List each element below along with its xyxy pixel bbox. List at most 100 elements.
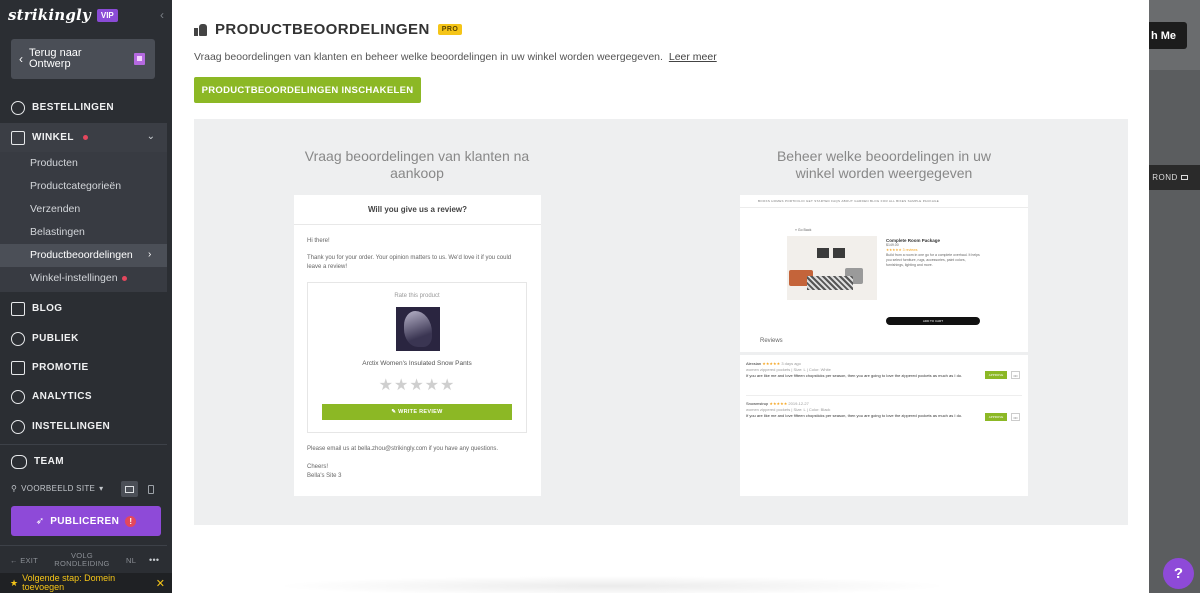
page-editor-icon <box>134 53 145 65</box>
image-icon <box>1180 175 1188 180</box>
publish-warning-icon: ! <box>125 515 137 527</box>
back-button-label: Terug naar Ontwerp <box>29 47 82 70</box>
rond-label: ROND <box>1152 173 1178 182</box>
submenu-label: Winkel-instellingen <box>30 272 118 284</box>
star-icon: ★ <box>10 577 19 588</box>
product-description: Build from a room in one go for a comple… <box>886 253 980 267</box>
nav-item-winkel[interactable]: WINKEL ⌄ <box>0 123 167 152</box>
vip-badge: VIP <box>96 8 118 22</box>
nav-item-analytics[interactable]: ANALYTICS <box>0 382 167 411</box>
shop-back-link: « Go Back <box>795 228 812 232</box>
review-text: If you are like me and love fifteen chop… <box>746 373 963 378</box>
notification-dot <box>122 276 128 281</box>
review-author: Alexsian <box>746 361 762 366</box>
language-switch[interactable]: NL <box>126 557 136 565</box>
caret-down-icon: ▾ <box>99 484 104 493</box>
shop-product-preview: BOOKS HOMES PORTFOLIO GET STARTED FAQS A… <box>740 195 1028 352</box>
product-image <box>396 307 440 351</box>
nav-label: PUBLIEK <box>32 333 79 344</box>
store-icon <box>11 130 25 145</box>
gauge-icon <box>11 389 25 404</box>
brand-name: strikingly <box>8 6 91 24</box>
close-icon[interactable]: ✕ <box>156 577 165 590</box>
exit-link[interactable]: ← EXIT <box>10 557 38 565</box>
dollar-icon <box>11 100 25 115</box>
write-review-button: ✎ WRITE REVIEW <box>322 404 512 420</box>
add-to-cart-button: ADD TO CART <box>886 317 980 325</box>
exit-label: EXIT <box>20 556 39 565</box>
wall-art <box>833 248 845 258</box>
next-step-banner[interactable]: ★ Volgende stap: Domein toevoegen ✕ <box>0 573 172 593</box>
review-author: Snowmstrup <box>746 401 769 406</box>
email-signoff: Cheers! <box>307 464 329 470</box>
preview-site-dropdown[interactable]: ⚲ VOORBEELD SITE ▾ <box>11 484 104 493</box>
help-button[interactable]: ? <box>1163 558 1194 589</box>
nav-label: TEAM <box>34 456 64 467</box>
submenu-item-productcategorieen[interactable]: Productcategorieën <box>30 180 121 192</box>
people-icon <box>11 331 25 346</box>
chevron-left-icon: ‹ <box>19 52 23 66</box>
nav-item-promotie[interactable]: PROMOTIE <box>0 353 167 382</box>
feature-preview-panel: Vraag beoordelingen van klanten na aanko… <box>194 119 1128 525</box>
next-step-label: Volgende stap: Domein toevoegen <box>22 573 116 592</box>
nav-item-blog[interactable]: BLOG <box>0 294 167 323</box>
chevron-right-icon: › <box>148 249 152 260</box>
review-more-icon: ••• <box>1011 413 1020 421</box>
left-column-heading: Vraag beoordelingen van klanten na aanko… <box>304 148 530 181</box>
preview-site-label: VOORBEELD SITE <box>21 484 96 493</box>
reviews-heading: Reviews <box>760 338 783 344</box>
chevron-down-icon: ⌄ <box>146 131 155 142</box>
page-title: PRODUCTBEOORDELINGEN <box>215 21 430 38</box>
scroll-shadow <box>272 576 952 593</box>
email-signature: Bella's Site 3 <box>307 473 342 479</box>
right-column-heading: Beheer welke beoordelingen in uw winkel … <box>776 148 992 181</box>
submenu-item-productbeoordelingen[interactable]: Productbeoordelingen <box>30 249 133 261</box>
mobile-preview-button[interactable] <box>142 481 159 497</box>
editor-rond-button[interactable]: ROND <box>1140 165 1200 190</box>
review-divider <box>746 395 1022 396</box>
rocket-icon: ➶ <box>35 515 45 527</box>
star-rating: ★★★★★ <box>378 377 456 394</box>
review-date: 3 days ago <box>781 361 801 366</box>
review-request-email-preview: Will you give us a review? Hi there! Tha… <box>294 195 541 496</box>
review-date: 2019-12-27 <box>788 401 809 406</box>
review-stars: ★★★★★ <box>769 401 788 406</box>
enable-reviews-button[interactable]: PRODUCTBEOORDELINGEN INSCHAKELEN <box>194 77 421 103</box>
nav-item-bestellingen[interactable]: BESTELLINGEN <box>0 93 167 122</box>
nav-label: INSTELLINGEN <box>32 421 111 432</box>
wall-art <box>817 248 829 258</box>
product-details: Complete Room Package $149.00 ★★★★★ 3 re… <box>886 238 981 268</box>
collapse-sidebar-icon[interactable]: ‹ <box>160 8 164 22</box>
publish-button[interactable]: ➶ PUBLICEREN ! <box>11 506 161 536</box>
winkel-submenu <box>0 152 167 292</box>
submenu-item-belastingen[interactable]: Belastingen <box>30 226 85 238</box>
email-header: Will you give us a review? <box>294 195 541 225</box>
desktop-preview-button[interactable] <box>121 481 138 497</box>
review-row: Alexsian ★★★★★ 3 days ago women zippered… <box>746 361 976 379</box>
rate-label: Rate this product <box>394 293 440 299</box>
nav-item-instellingen[interactable]: INSTELLINGEN <box>0 412 167 441</box>
nav-label: BLOG <box>32 303 63 314</box>
megaphone-icon <box>11 360 25 375</box>
review-more-icon: ••• <box>1011 371 1020 379</box>
editor-background <box>1149 0 1200 593</box>
nav-label: PROMOTIE <box>32 362 89 373</box>
approve-button: APPROVE <box>985 413 1007 421</box>
learn-more-link[interactable]: Leer meer <box>669 51 717 63</box>
tour-link[interactable]: VOLG RONDLEIDING <box>52 552 112 568</box>
more-menu-icon[interactable]: ••• <box>149 556 159 565</box>
product-photo <box>787 236 877 300</box>
back-to-design-button[interactable]: ‹ Terug naar Ontwerp <box>11 39 155 79</box>
product-reviews-modal: PRODUCTBEOORDELINGEN PRO Vraag beoordeli… <box>172 0 1149 593</box>
sidebar-divider <box>0 545 167 546</box>
submenu-item-verzenden[interactable]: Verzenden <box>30 203 80 215</box>
rug-shape <box>807 276 853 290</box>
notification-dot <box>82 135 88 140</box>
brand-logo[interactable]: strikingly VIP <box>8 6 118 24</box>
nav-item-team[interactable]: TEAM <box>0 447 167 476</box>
nav-label: ANALYTICS <box>32 391 92 402</box>
submenu-item-winkel-instellingen[interactable]: Winkel-instellingen <box>30 272 128 284</box>
submenu-item-producten[interactable]: Producten <box>30 157 78 169</box>
nav-item-publiek[interactable]: PUBLIEK <box>0 324 167 353</box>
approve-button: APPROVE <box>985 371 1007 379</box>
